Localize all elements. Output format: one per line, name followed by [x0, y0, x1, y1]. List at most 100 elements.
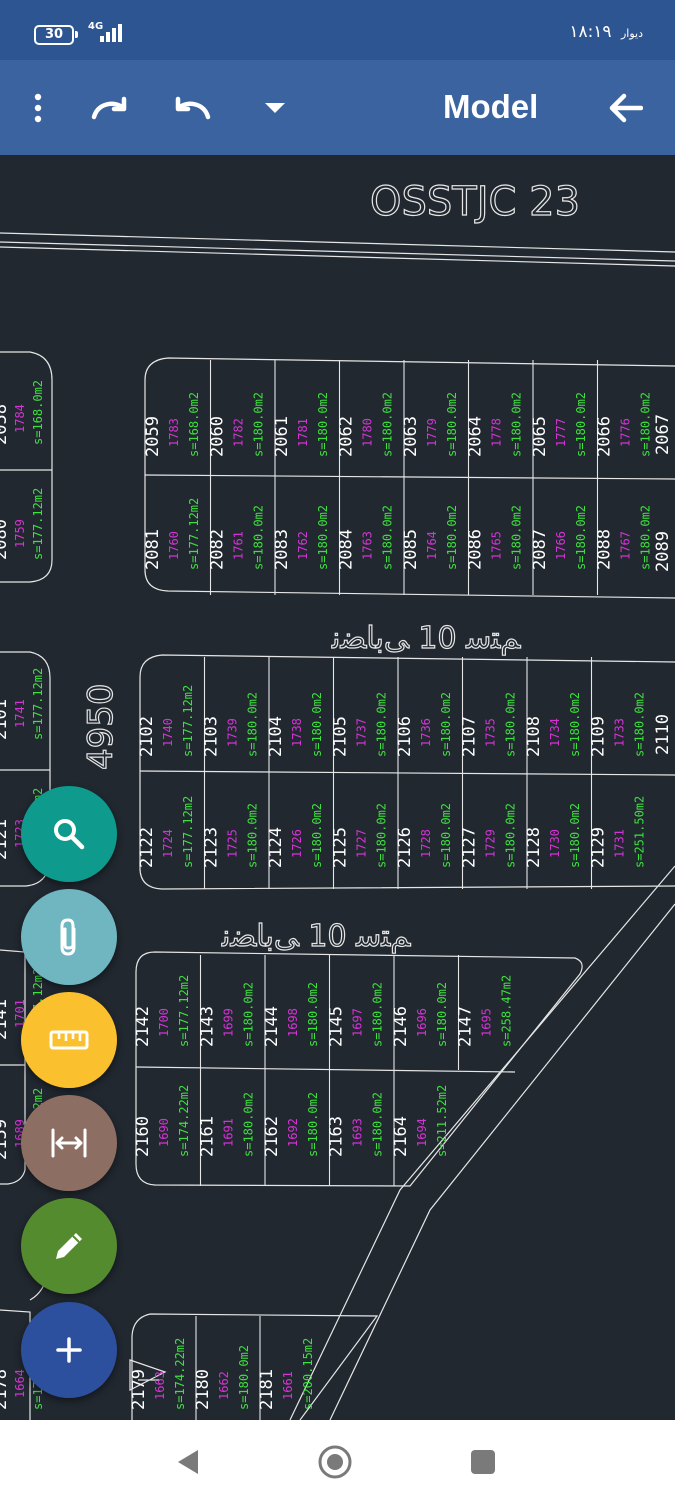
parcel-code: 1761 [232, 531, 246, 560]
search-fab[interactable] [21, 786, 117, 882]
home-circle-icon[interactable] [315, 1442, 355, 1482]
back-arrow-icon[interactable] [604, 86, 648, 130]
parcel-area: s=180.0m2 [310, 692, 324, 757]
parcel-area: s=180.0m2 [445, 392, 459, 457]
status-time-value: ۱۸:۱۹ [569, 22, 612, 42]
parcel-area: s=180.0m2 [252, 392, 266, 457]
parcel-number: 2104 [266, 716, 286, 757]
parcel-number: 2125 [331, 827, 351, 868]
parcel-code: 1784 [13, 404, 27, 433]
ruler-icon [49, 1030, 89, 1050]
parcel-number: 2081 [143, 529, 163, 570]
search-icon [54, 819, 85, 850]
parcel-area: s=180.0m2 [381, 392, 395, 457]
undo-icon[interactable] [170, 86, 214, 130]
measure-fab[interactable] [21, 1095, 117, 1191]
parcel-area: s=180.0m2 [439, 803, 453, 868]
parcel-code: 1776 [619, 418, 633, 447]
parcel-code: 1760 [167, 531, 181, 560]
parcel-number: 2109 [589, 716, 609, 757]
parcel-area: s=258.47m2 [500, 975, 514, 1047]
parcel-area: s=174.22m2 [177, 1085, 191, 1157]
parcel-number: 2065 [530, 416, 550, 457]
parcel-number: 2127 [460, 827, 480, 868]
dropdown-icon[interactable] [253, 86, 297, 130]
paperclip-icon [60, 918, 76, 956]
parcel-code: 1728 [419, 829, 433, 858]
parcel-number: 2063 [401, 416, 421, 457]
parcel-area: s=180.0m2 [574, 505, 588, 570]
parcel-number: 2108 [524, 716, 544, 757]
system-nav-bar [0, 1420, 675, 1500]
parcel-code: 1697 [351, 1008, 365, 1037]
parcel-area: s=180.0m2 [316, 392, 330, 457]
parcel-number: 2179 [129, 1369, 149, 1410]
attach-fab[interactable] [21, 889, 117, 985]
ruler-fab[interactable] [21, 992, 117, 1088]
parcel-number: 2123 [202, 827, 222, 868]
parcel-number: 2144 [262, 1006, 282, 1047]
parcel-area: s=180.0m2 [246, 692, 260, 757]
parcel-number: 2103 [202, 716, 222, 757]
parcel-code: 1740 [161, 718, 175, 747]
street-label-vertical: 4950 [81, 683, 121, 770]
parcel-code: 1696 [415, 1008, 429, 1037]
parcel-area: s=180.0m2 [246, 803, 260, 868]
more-vert-icon[interactable] [16, 86, 60, 130]
back-triangle-icon[interactable] [168, 1442, 208, 1482]
parcel-area: s=168.0m2 [187, 392, 201, 457]
parcel-number: 2102 [137, 716, 157, 757]
edit-fab[interactable] [21, 1198, 117, 1294]
parcel-number: 2126 [395, 827, 415, 868]
parcel-code: 1694 [415, 1118, 429, 1147]
app-bar: Model [0, 60, 675, 155]
parcel-area: s=180.0m2 [242, 982, 256, 1047]
parcel-area: s=180.0m2 [306, 1092, 320, 1157]
parcel-number: 2181 [257, 1369, 277, 1410]
parcel-number: 2088 [595, 529, 615, 570]
parcel-number: 2147 [456, 1006, 476, 1047]
parcel-number: 2083 [272, 529, 292, 570]
parcel-code: 1734 [548, 718, 562, 747]
parcel-number: 2107 [460, 716, 480, 757]
parcel-code: 1741 [13, 699, 27, 728]
parcel-number: 2129 [589, 827, 609, 868]
parcel-number: 2142 [133, 1006, 153, 1047]
parcel-number: 2178 [0, 1369, 11, 1410]
parcel-code: 1724 [161, 829, 175, 858]
parcel-number: 2067 [653, 414, 673, 455]
parcel-code: 1779 [425, 418, 439, 447]
add-fab[interactable] [21, 1302, 117, 1398]
parcel-area: s=180.0m2 [371, 1092, 385, 1157]
parcel-area: s=180.0m2 [310, 803, 324, 868]
parcel-area: s=180.0m2 [306, 982, 320, 1047]
street-label-lower: ﻢﺘﺳ 10 ﯽﺑﺎﻀﻧ [221, 919, 411, 954]
parcel-area: s=180.0m2 [639, 505, 653, 570]
parcel-code: 1767 [619, 531, 633, 560]
parcel-number: 2082 [208, 529, 228, 570]
parcel-code: 1763 [361, 531, 375, 560]
parcel-code: 1737 [355, 718, 369, 747]
parcel-number: 2121 [0, 819, 11, 860]
parcel-code: 1735 [484, 718, 498, 747]
parcel-code: 1764 [425, 531, 439, 560]
parcel-code: 1759 [13, 519, 27, 548]
street-label-top: OSSTJC 23 [370, 179, 580, 225]
parcel-area: s=180.0m2 [237, 1345, 251, 1410]
parcel-area: s=180.0m2 [439, 692, 453, 757]
parcel-number: 2141 [0, 999, 11, 1040]
parcel-code: 1738 [290, 718, 304, 747]
parcel-code: 1766 [554, 531, 568, 560]
parcel-area: s=180.0m2 [252, 505, 266, 570]
parcel-code: 1664 [13, 1369, 27, 1398]
parcel-area: s=180.0m2 [435, 982, 449, 1047]
recents-square-icon[interactable] [463, 1442, 503, 1482]
parcel-area: s=177.12m2 [181, 796, 195, 868]
redo-icon[interactable] [88, 86, 132, 130]
parcel-area: s=180.0m2 [639, 392, 653, 457]
parcel-number: 2162 [262, 1116, 282, 1157]
street-label-middle: ﻢﺘﺳ 10 ﯽﺑﺎﻀﻧ [331, 621, 521, 656]
parcel-code: 1783 [167, 418, 181, 447]
parcel-code: 1693 [351, 1118, 365, 1147]
parcel-code: 1733 [613, 718, 627, 747]
